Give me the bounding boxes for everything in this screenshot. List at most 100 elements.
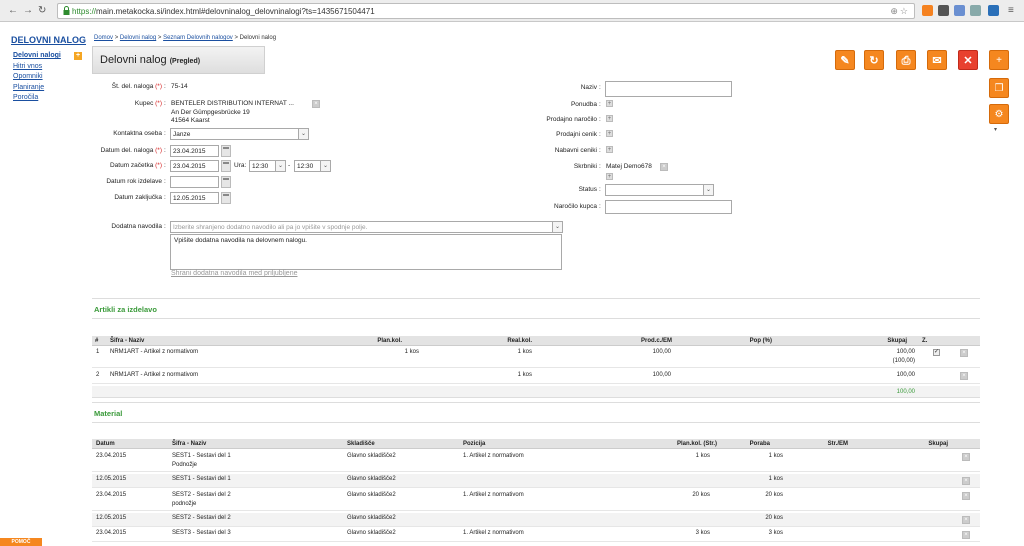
divider <box>92 402 980 403</box>
status-label: Status <box>578 186 597 193</box>
sidebar-title[interactable]: DELOVNI NALOG <box>11 35 86 45</box>
page-title-bar: Delovni nalog (Pregled) <box>92 46 265 74</box>
extension-icon-3[interactable] <box>970 5 981 16</box>
datum-del-label: Datum del. naloga (*) <box>100 147 162 154</box>
table-row: 23.04.2015 SEST2 - Sestavi del 2 podnožj… <box>92 489 980 511</box>
forward-icon[interactable]: → <box>23 5 33 17</box>
remove-row-icon[interactable]: × <box>962 492 970 500</box>
chevron-down-icon: ⌄ <box>275 161 285 171</box>
dodatna-label: Dodatna navodila <box>111 223 162 230</box>
calendar-icon[interactable] <box>221 160 231 172</box>
naziv-label: Naziv <box>580 84 597 91</box>
remove-row-icon[interactable]: × <box>960 372 968 380</box>
sidebar-add-icon[interactable]: + <box>74 52 82 60</box>
remove-row-icon[interactable]: × <box>962 516 970 524</box>
material-section-title: Material <box>94 409 123 418</box>
remove-skrbnik-icon[interactable]: × <box>660 163 668 171</box>
remove-row-icon[interactable]: × <box>960 349 968 357</box>
edit-button[interactable]: ✎ <box>835 50 855 70</box>
datum-zac-label: Datum začetka (*) <box>109 162 162 169</box>
dodatna-textarea[interactable]: Vpišite dodatna navodila na delovnem nal… <box>170 234 562 270</box>
datum-zac-input[interactable]: 23.04.2015 <box>170 160 219 172</box>
datum-del-input[interactable]: 23.04.2015 <box>170 145 219 157</box>
add-nabavni-ceniki-icon[interactable]: + <box>606 146 613 153</box>
pocket-icon[interactable] <box>938 5 949 16</box>
kontakt-select[interactable]: Janze ⌄ <box>170 128 309 140</box>
skrbniki-label: Skrbniki <box>573 163 597 170</box>
help-button[interactable]: POMOČ <box>0 538 42 546</box>
zakljuci-checkbox[interactable]: ✓ <box>933 349 940 356</box>
zakljucka-input[interactable]: 12.05.2015 <box>170 192 219 204</box>
nabavni-ceniki-label: Nabavni ceniki <box>554 147 597 154</box>
table-row: 12.05.2015 SEST1 - Sestavi del 1 Glavno … <box>92 474 980 488</box>
breadcrumb-delovni-nalog[interactable]: Delovni nalog <box>120 35 156 41</box>
ura-to-select[interactable]: 12:30 ⌄ <box>294 160 331 172</box>
table-row: 23.04.2015 SEST3 - Sestavi del 3 Glavno … <box>92 528 980 542</box>
chevron-down-icon: ⌄ <box>703 185 713 195</box>
extension-icon[interactable] <box>922 5 933 16</box>
artikli-section-title: Artikli za izdelavo <box>94 305 157 314</box>
naziv-input[interactable] <box>605 81 732 97</box>
remove-row-icon[interactable]: × <box>962 531 970 539</box>
ura-from-select[interactable]: 12:30 ⌄ <box>249 160 286 172</box>
email-button[interactable]: ✉ <box>927 50 947 70</box>
browser-toolbar: ← → ↻ https://main.metakocka.si/index.ht… <box>0 0 1024 22</box>
sidebar-item-planiranje[interactable]: Planiranje <box>13 84 44 91</box>
address-bar[interactable]: https://main.metakocka.si/index.html#del… <box>57 3 915 19</box>
prodajni-cenik-label: Prodajni cenik <box>556 131 597 138</box>
add-ponudba-icon[interactable]: + <box>606 100 613 107</box>
status-select[interactable]: ⌄ <box>605 184 714 196</box>
more-dropdown-icon[interactable]: ▾ <box>994 126 997 133</box>
calendar-icon[interactable] <box>221 145 231 157</box>
reload-icon[interactable]: ↻ <box>38 5 46 17</box>
narocilo-kupca-label: Naročilo kupca <box>554 203 597 210</box>
refresh-button[interactable]: ↻ <box>864 50 884 70</box>
table-row: 23.04.2015 SEST1 - Sestavi del 1 Podnožj… <box>92 450 980 472</box>
divider <box>92 318 980 319</box>
menu-icon[interactable]: ≡ <box>1008 5 1014 17</box>
sidebar-item-porocila[interactable]: Poročila <box>13 94 38 101</box>
calendar-icon[interactable] <box>221 192 231 204</box>
narocilo-kupca-input[interactable] <box>605 200 732 214</box>
artikli-table-header: # Šifra - Naziv Plan.kol. Real.kol. Prod… <box>92 336 980 346</box>
artikli-total: 100,00 <box>896 389 915 395</box>
breadcrumb-current: Delovni nalog <box>239 35 277 41</box>
remove-row-icon[interactable]: × <box>962 477 970 485</box>
extension-icon-4[interactable] <box>988 5 999 16</box>
clear-kupec-icon[interactable]: × <box>312 100 320 108</box>
extension-icon-2[interactable] <box>954 5 965 16</box>
save-favorite-link[interactable]: Shrani dodatna navodila med priljubljene <box>171 270 297 277</box>
remove-row-icon[interactable]: × <box>962 453 970 461</box>
st-label: Št. del. naloga (*) <box>111 83 162 90</box>
copy-button[interactable]: ❐ <box>989 78 1009 98</box>
kontakt-label: Kontaktna oseba <box>113 130 162 137</box>
sidebar-item-hitri-vnos[interactable]: Hitri vnos <box>13 63 42 70</box>
zoom-star-icons[interactable]: ⊕☆ <box>890 6 910 17</box>
delete-button[interactable]: ✕ <box>958 50 978 70</box>
url-text: https://main.metakocka.si/index.html#del… <box>72 7 375 16</box>
artikli-total-row: 100,00 <box>92 386 980 398</box>
add-prodajno-narocilo-icon[interactable]: + <box>606 115 613 122</box>
settings-button[interactable]: ⚙ <box>989 104 1009 124</box>
sidebar-item-opomniki[interactable]: Opomniki <box>13 73 43 80</box>
breadcrumb-home[interactable]: Domov <box>94 35 113 41</box>
prodajno-narocilo-label: Prodajno naročilo <box>546 116 597 123</box>
calendar-icon[interactable] <box>221 176 231 188</box>
material-table-header: Datum Šifra - Naziv Skladišče Pozicija P… <box>92 439 980 449</box>
sidebar: DELOVNI NALOG Delovni nalogi + Hitri vno… <box>0 22 88 546</box>
kupec-city: 41564 Kaarst <box>171 117 210 124</box>
chevron-down-icon: ⌄ <box>320 161 330 171</box>
lock-icon <box>63 6 70 15</box>
dodatna-select[interactable]: Izberite shranjeno dodatno navodilo ali … <box>170 221 563 233</box>
chevron-down-icon: ⌄ <box>298 129 308 139</box>
sidebar-item-delovni-nalogi[interactable]: Delovni nalogi <box>13 52 61 59</box>
add-skrbnik-icon[interactable]: + <box>606 173 613 180</box>
breadcrumb-seznam[interactable]: Seznam Delovnih nalogov <box>163 35 233 41</box>
add-button[interactable]: + <box>989 50 1009 70</box>
rok-label: Datum rok izdelave <box>106 178 162 185</box>
kupec-address: An Der Gümpgesbrücke 19 <box>171 109 250 116</box>
rok-input[interactable] <box>170 176 219 188</box>
back-icon[interactable]: ← <box>8 5 18 17</box>
print-button[interactable]: ⎙ <box>896 50 916 70</box>
add-prodajni-cenik-icon[interactable]: + <box>606 130 613 137</box>
